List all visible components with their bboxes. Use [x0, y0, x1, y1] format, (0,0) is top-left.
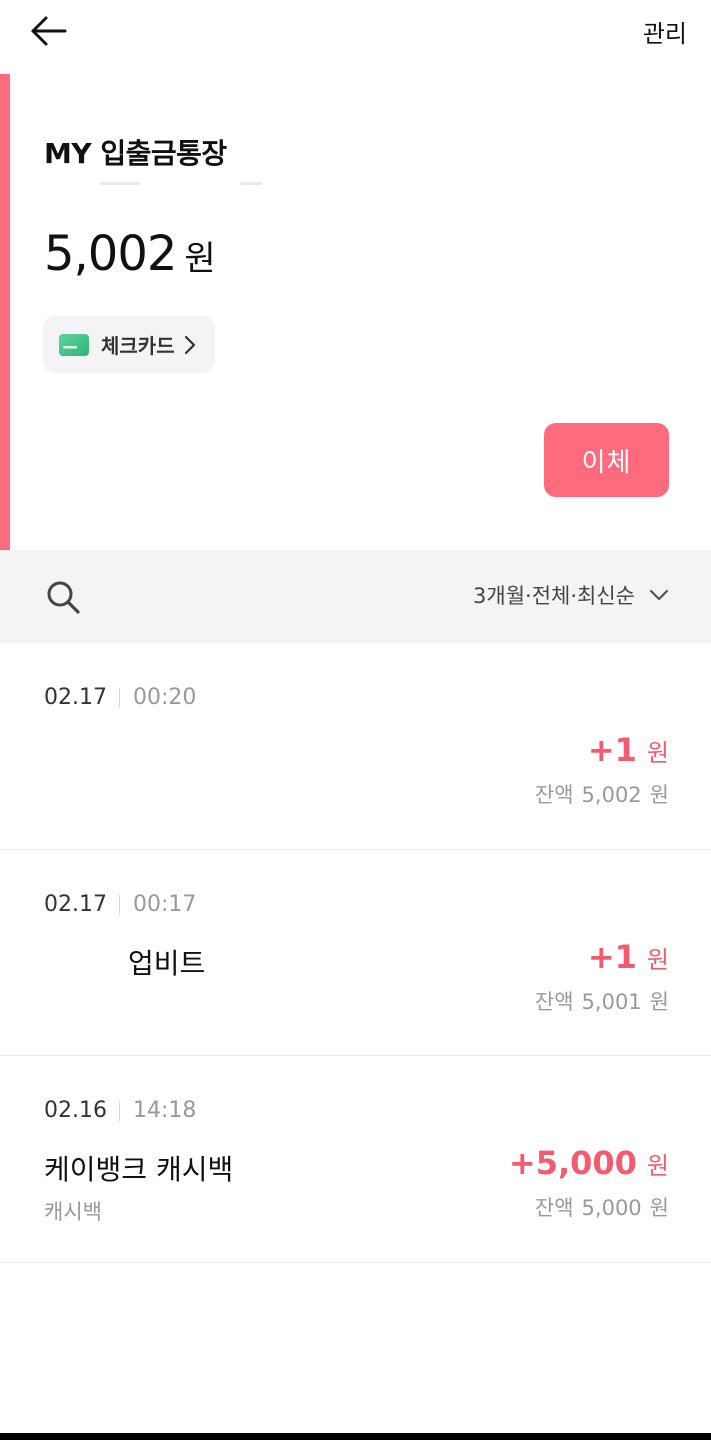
balance-label: 잔액: [534, 990, 574, 1014]
chevron-right-icon: [184, 335, 195, 354]
account-detail-screen: 관리 MY 입출금통장 5,002 원 체크카드 이체 3개월·전체·최신순 0…: [0, 0, 711, 1440]
transfer-button[interactable]: 이체: [544, 423, 669, 497]
transaction-title: 업비트: [128, 947, 206, 980]
balance-label: 잔액: [534, 783, 574, 807]
divider: [119, 895, 120, 915]
transaction-list: 02.17 00:20 +1 원 잔액 5,002 원 02.17 00:17 …: [0, 643, 711, 1263]
divider: [119, 688, 120, 708]
account-name: MY 입출금통장: [44, 137, 227, 170]
transaction-balance: 잔액 5,000 원: [535, 1192, 669, 1222]
amount-unit: 원: [646, 1152, 669, 1180]
balance: 5,002 원: [44, 226, 216, 282]
balance-unit: 원: [649, 990, 669, 1014]
balance-unit: 원: [649, 1196, 669, 1220]
accent-bar: [0, 74, 10, 550]
credit-card-icon: [59, 333, 89, 356]
transaction-amount: +1 원: [588, 731, 669, 769]
account-card: MY 입출금통장 5,002 원 체크카드 이체: [0, 74, 711, 550]
balance-value: 5,001: [581, 990, 642, 1014]
top-bar: 관리: [0, 0, 711, 62]
amount-value: +1: [587, 938, 637, 976]
amount-unit: 원: [646, 946, 669, 974]
search-icon: [47, 581, 80, 614]
transaction-time: 14:18: [133, 1098, 197, 1123]
transaction-subtitle: 캐시백: [44, 1200, 102, 1224]
balance-label: 잔액: [534, 1196, 574, 1220]
transaction-row[interactable]: 02.16 14:18 케이뱅크 캐시백 캐시백 +5,000 원 잔액 5,0…: [0, 1056, 711, 1263]
filter-bar: 3개월·전체·최신순: [0, 550, 711, 643]
transaction-amount: +5,000 원: [509, 1144, 669, 1182]
search-button[interactable]: [44, 578, 82, 616]
transaction-title: 케이뱅크 캐시백: [44, 1153, 234, 1186]
check-card-chip[interactable]: 체크카드: [43, 316, 215, 373]
filter-label: 3개월·전체·최신순: [473, 584, 635, 608]
balance-value: 5,002: [581, 783, 642, 807]
divider: [119, 1101, 120, 1121]
amount-unit: 원: [646, 739, 669, 767]
transaction-date: 02.16: [44, 1098, 107, 1123]
transaction-time: 00:20: [133, 685, 197, 710]
arrow-left-icon: [31, 16, 67, 46]
chevron-down-icon: [649, 589, 669, 601]
amount-value: +1: [587, 731, 637, 769]
balance-unit: 원: [184, 239, 216, 279]
check-card-label: 체크카드: [101, 334, 175, 358]
transaction-balance: 잔액 5,001 원: [535, 986, 669, 1016]
balance-value: 5,000: [581, 1196, 642, 1220]
back-button[interactable]: [28, 10, 70, 52]
transaction-row[interactable]: 02.17 00:20 +1 원 잔액 5,002 원: [0, 643, 711, 850]
transaction-date: 02.17: [44, 685, 107, 710]
redacted-account-number: [100, 182, 140, 185]
amount-value: +5,000: [508, 1144, 637, 1182]
balance-amount: 5,002: [44, 226, 177, 282]
balance-unit: 원: [649, 783, 669, 807]
transaction-time: 00:17: [133, 892, 197, 917]
system-navigation-bar: [0, 1433, 711, 1440]
transaction-amount: +1 원: [588, 938, 669, 976]
manage-button[interactable]: 관리: [643, 14, 687, 49]
filter-dropdown[interactable]: 3개월·전체·최신순: [473, 580, 669, 610]
redacted-account-number-part: [240, 182, 262, 185]
transaction-date: 02.17: [44, 892, 107, 917]
transaction-row[interactable]: 02.17 00:17 업비트 +1 원 잔액 5,001 원: [0, 850, 711, 1056]
transaction-balance: 잔액 5,002 원: [535, 779, 669, 809]
